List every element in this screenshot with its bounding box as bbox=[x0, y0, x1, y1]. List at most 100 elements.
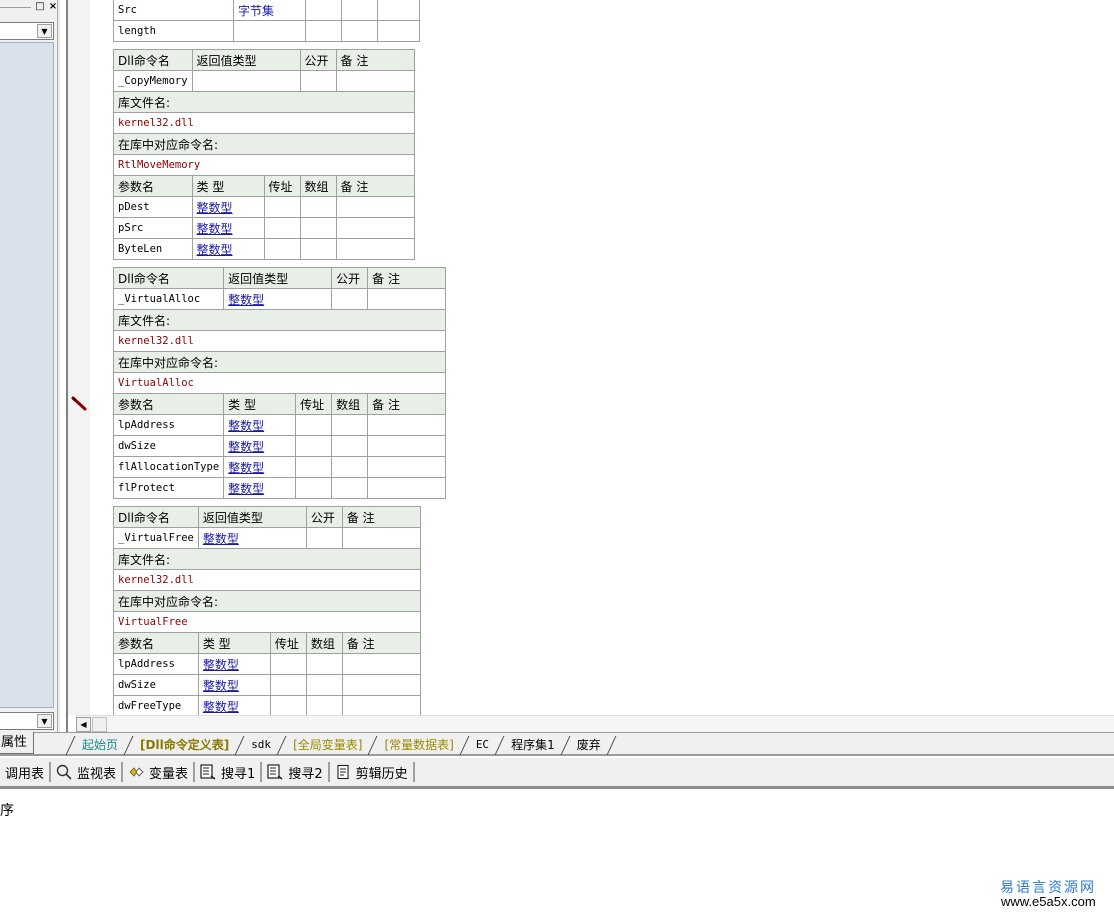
tab-0[interactable]: 起始页 bbox=[74, 736, 126, 754]
param-type[interactable]: 整数型 bbox=[223, 456, 297, 478]
scroll-thumb[interactable] bbox=[92, 717, 107, 732]
dll-return-type[interactable]: 整数型 bbox=[197, 527, 307, 549]
param-type[interactable]: 整数型 bbox=[191, 196, 265, 218]
param-name[interactable]: pSrc bbox=[113, 217, 193, 239]
param-array[interactable] bbox=[341, 20, 378, 42]
param-name[interactable]: flProtect bbox=[112, 477, 225, 499]
param-note[interactable] bbox=[367, 456, 447, 478]
param-note[interactable] bbox=[367, 414, 447, 436]
param-name[interactable]: ByteLen bbox=[113, 238, 193, 260]
tab-3[interactable]: [全局变量表] bbox=[285, 736, 370, 754]
param-name[interactable]: dwSize bbox=[112, 435, 225, 457]
param-byref[interactable] bbox=[269, 653, 307, 675]
param-type[interactable]: 整数型 bbox=[197, 695, 271, 717]
param-byref[interactable] bbox=[263, 196, 301, 218]
param-type[interactable]: 整数型 bbox=[197, 674, 271, 696]
chevron-down-icon[interactable]: ▼ bbox=[37, 24, 52, 38]
param-note[interactable] bbox=[341, 653, 421, 675]
lib-cmd-value[interactable]: VirtualFree bbox=[113, 611, 421, 633]
scroll-left-icon[interactable]: ◀ bbox=[76, 717, 91, 732]
lib-file-value[interactable]: kernel32.dll bbox=[113, 112, 415, 134]
param-note[interactable] bbox=[335, 238, 415, 260]
param-byref[interactable] bbox=[295, 477, 333, 499]
param-name[interactable]: lpAddress bbox=[112, 414, 225, 436]
panel-splitter[interactable] bbox=[57, 0, 60, 732]
param-note[interactable] bbox=[367, 477, 447, 499]
param-array[interactable] bbox=[299, 217, 337, 239]
toolbar-item-2[interactable]: 变量表 bbox=[123, 762, 196, 782]
param-type[interactable]: 整数型 bbox=[223, 414, 297, 436]
dll-note[interactable] bbox=[335, 70, 415, 92]
tab-properties[interactable]: 属性 bbox=[0, 732, 34, 754]
param-byref[interactable] bbox=[305, 0, 342, 21]
lib-cmd-value[interactable]: VirtualAlloc bbox=[112, 372, 447, 394]
dll-name[interactable]: _VirtualAlloc bbox=[112, 288, 225, 310]
param-byref[interactable] bbox=[269, 695, 307, 717]
lib-file-value[interactable]: kernel32.dll bbox=[112, 330, 447, 352]
toolbar-item-4[interactable]: 搜寻2 bbox=[262, 762, 330, 782]
dll-name[interactable]: _VirtualFree bbox=[113, 527, 199, 549]
param-name[interactable]: length bbox=[113, 20, 234, 42]
param-byref[interactable] bbox=[263, 217, 301, 239]
param-array[interactable] bbox=[331, 477, 369, 499]
toolbar-item-1[interactable]: 监视表 bbox=[51, 762, 124, 782]
dll-return-type[interactable]: 整数型 bbox=[223, 288, 333, 310]
dll-note[interactable] bbox=[367, 288, 447, 310]
lib-cmd-value[interactable]: RtlMoveMemory bbox=[113, 154, 415, 176]
param-name[interactable]: dwSize bbox=[113, 674, 199, 696]
editor-hscrollbar[interactable]: ◀ bbox=[76, 715, 1114, 732]
param-array[interactable] bbox=[341, 0, 378, 21]
param-type[interactable]: 整数型 bbox=[223, 435, 297, 457]
toolbar-item-3[interactable]: 搜寻1 bbox=[195, 762, 263, 782]
output-pane[interactable]: 序 bbox=[0, 792, 1114, 915]
tab-2[interactable]: sdk bbox=[243, 736, 279, 754]
param-byref[interactable] bbox=[263, 238, 301, 260]
param-array[interactable] bbox=[299, 196, 337, 218]
param-type[interactable]: 整数型 bbox=[191, 217, 265, 239]
maximize-button[interactable]: □ bbox=[33, 1, 47, 14]
param-byref[interactable] bbox=[295, 435, 333, 457]
property-scroll[interactable]: ▼ bbox=[0, 712, 54, 730]
lib-file-value[interactable]: kernel32.dll bbox=[113, 569, 421, 591]
param-note[interactable] bbox=[377, 0, 420, 21]
chevron-down-icon[interactable]: ▼ bbox=[37, 714, 52, 728]
param-type[interactable]: 整数型 bbox=[191, 238, 265, 260]
param-array[interactable] bbox=[331, 435, 369, 457]
param-note[interactable] bbox=[377, 20, 420, 42]
param-byref[interactable] bbox=[295, 414, 333, 436]
toolbar-item-5[interactable]: 剪辑历史 bbox=[330, 762, 415, 782]
param-array[interactable] bbox=[331, 414, 369, 436]
tab-6[interactable]: 程序集1 bbox=[503, 736, 563, 754]
param-name[interactable]: lpAddress bbox=[113, 653, 199, 675]
param-note[interactable] bbox=[341, 695, 421, 717]
param-type[interactable]: 整数型 bbox=[197, 653, 271, 675]
param-byref[interactable] bbox=[305, 20, 342, 42]
param-note[interactable] bbox=[341, 674, 421, 696]
param-type[interactable]: 整数型 bbox=[223, 477, 297, 499]
toolbar-item-0[interactable]: 调用表 bbox=[0, 762, 52, 782]
param-byref[interactable] bbox=[295, 456, 333, 478]
tab-5[interactable]: EC bbox=[468, 736, 497, 754]
param-note[interactable] bbox=[335, 196, 415, 218]
dll-public[interactable] bbox=[331, 288, 369, 310]
param-array[interactable] bbox=[299, 238, 337, 260]
param-array[interactable] bbox=[305, 695, 343, 717]
object-combo[interactable]: ▼ bbox=[0, 22, 54, 40]
param-name[interactable]: flAllocationType bbox=[112, 456, 225, 478]
property-list[interactable] bbox=[0, 42, 54, 708]
param-type[interactable]: 字节集 bbox=[233, 0, 306, 21]
param-array[interactable] bbox=[305, 674, 343, 696]
param-name[interactable]: Src bbox=[113, 0, 234, 21]
param-byref[interactable] bbox=[269, 674, 307, 696]
param-name[interactable]: dwFreeType bbox=[113, 695, 199, 717]
param-name[interactable]: pDest bbox=[113, 196, 193, 218]
dll-return-type[interactable] bbox=[191, 70, 301, 92]
dll-name[interactable]: _CopyMemory bbox=[113, 70, 193, 92]
dll-note[interactable] bbox=[341, 527, 421, 549]
dll-public[interactable] bbox=[305, 527, 343, 549]
param-note[interactable] bbox=[367, 435, 447, 457]
param-note[interactable] bbox=[335, 217, 415, 239]
dll-public[interactable] bbox=[299, 70, 337, 92]
param-array[interactable] bbox=[331, 456, 369, 478]
tab-7[interactable]: 废弃 bbox=[569, 736, 609, 754]
